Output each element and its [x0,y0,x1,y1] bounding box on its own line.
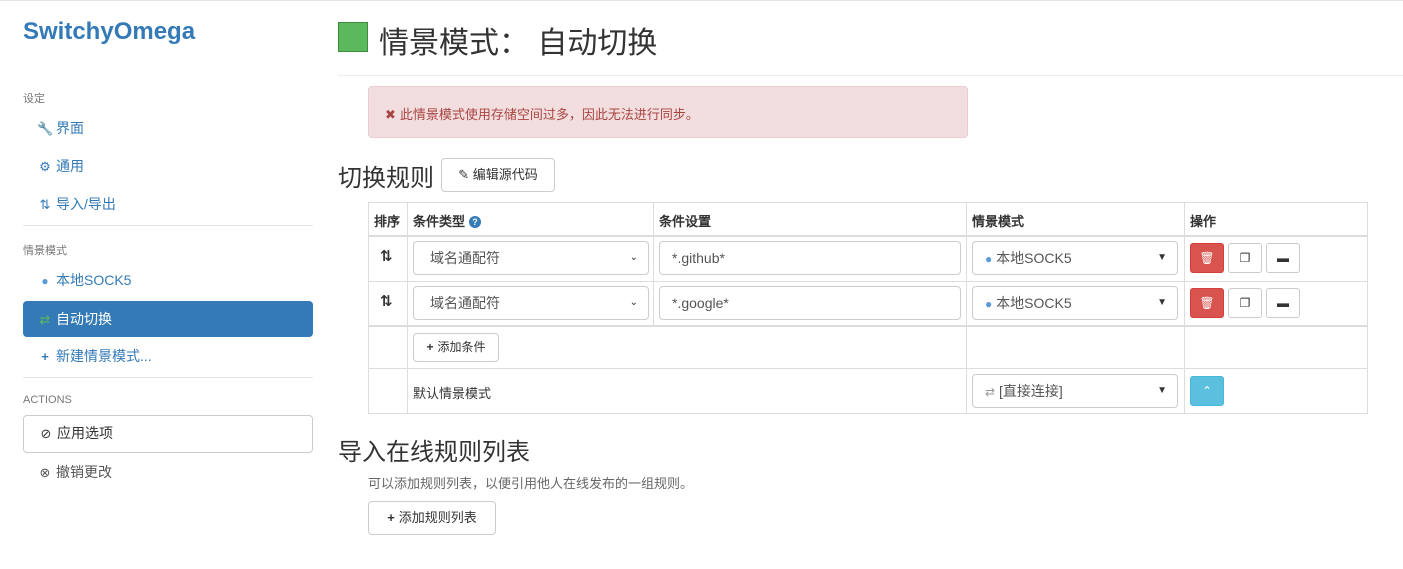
sidebar-item-import-export[interactable]: ⇅ 导入/导出 [23,186,313,222]
header-condition-type-label: 条件类型 [413,214,466,229]
check-circle-icon: ⊘ [40,426,52,441]
comment-rule-button[interactable]: ▬ [1266,243,1300,273]
sort-handle-icon[interactable]: ⇅ [380,292,393,310]
sidebar-item-label: 本地SOCK5 [56,272,132,288]
help-icon[interactable]: ? [469,216,482,228]
globe-icon: ● [985,297,993,311]
header-sort: 排序 [374,214,401,229]
globe-icon: ● [41,274,49,288]
condition-input[interactable]: *.google* [659,286,961,320]
brand-title[interactable]: SwitchyOmega [23,18,195,46]
discard-label: 撤销更改 [56,464,112,480]
row-divider [369,368,1367,369]
retweet-icon: ⇄ [39,312,51,327]
sidebar-item-label: 自动切换 [56,311,112,327]
sidebar-item-auto-switch[interactable]: ⇄ 自动切换 [23,301,313,337]
plus-icon: + [426,340,434,354]
add-rulelist-label: 添加规则列表 [398,510,477,525]
gear-icon: ⚙ [39,159,51,174]
condition-input[interactable]: *.github* [659,241,961,275]
condition-type-value: 域名通配符 [430,250,500,266]
col-divider [653,203,654,325]
profile-value: 本地SOCK5 [996,250,1072,266]
comment-rule-button[interactable]: ▬ [1266,288,1300,318]
row-divider [369,325,1367,327]
add-condition-button[interactable]: + 添加条件 [413,333,499,362]
condition-type-value: 域名通配符 [430,295,500,311]
discard-changes-button[interactable]: ⊗ 撤销更改 [23,454,313,490]
profile-select[interactable]: ● 本地SOCK5 ▼ [972,241,1178,275]
sidebar-item-label: 新建情景模式... [56,348,152,364]
plus-icon: + [41,349,49,364]
default-profile-select[interactable]: ⇄ [直接连接] ▼ [972,374,1178,408]
edit-source-button[interactable]: ✎ 编辑源代码 [441,158,555,192]
page-title: 情景模式： 自动切换 [379,27,658,60]
profiles-header: 情景模式 [23,245,67,257]
sidebar-item-label: 界面 [56,120,84,136]
collapse-button[interactable]: ⌃ [1190,376,1224,406]
edit-source-label: 编辑源代码 [472,167,538,182]
x-circle-icon: ⊗ [39,465,51,480]
delete-rule-button[interactable]: 🗑 [1190,243,1224,273]
rulelist-description: 可以添加规则列表，以便引用他人在线发布的一组规则。 [368,476,694,491]
header-profile: 情景模式 [972,214,1025,229]
alert-message: 此情景模式使用存储空间过多，因此无法进行同步。 [399,107,699,122]
clone-rule-button[interactable]: ❐ [1228,243,1262,273]
condition-type-select[interactable]: 域名通配符 ⌄ [413,286,649,320]
apply-label: 应用选项 [57,425,113,441]
sidebar-item-label: 导入/导出 [56,196,116,212]
add-rulelist-button[interactable]: + 添加规则列表 [368,501,496,535]
delete-rule-button[interactable]: 🗑 [1190,288,1224,318]
chevron-down-icon: ⌄ [629,297,638,308]
rules-section-title: 切换规则 [338,165,434,192]
default-profile-label: 默认情景模式 [413,386,492,401]
default-profile-value: [直接连接] [998,383,1063,399]
trash-icon: 🗑 [1199,296,1215,310]
settings-header: 设定 [23,93,45,105]
add-condition-label: 添加条件 [437,340,486,354]
profile-select[interactable]: ● 本地SOCK5 ▼ [972,286,1178,320]
profile-color-swatch[interactable] [338,22,368,52]
transfer-icon: ⇄ [985,385,996,399]
comment-icon: ▬ [1277,296,1289,310]
sidebar-item-general[interactable]: ⚙ 通用 [23,148,313,184]
sidebar-divider [23,225,313,226]
sidebar-divider [23,377,313,378]
copy-icon: ❐ [1239,296,1251,310]
copy-icon: ❐ [1239,251,1251,265]
rules-table: 排序 条件类型? 条件设置 情景模式 操作 ⇅ 域名通配符 ⌄ *.github*… [368,202,1368,414]
sidebar-item-new-profile[interactable]: + 新建情景模式... [23,338,313,374]
condition-type-select[interactable]: 域名通配符 ⌄ [413,241,649,275]
apply-options-button[interactable]: ⊘ 应用选项 [23,415,313,453]
wrench-icon: 🔧 [37,121,54,136]
error-x-icon: ✖ [385,107,396,122]
rulelist-section-title: 导入在线规则列表 [338,439,530,466]
globe-icon: ● [985,252,993,266]
trash-icon: 🗑 [1199,251,1215,265]
header-actions: 操作 [1190,214,1217,229]
header-condition-type: 条件类型? [413,211,482,230]
header-condition: 条件设置 [659,214,712,229]
caret-down-icon: ▼ [1157,385,1167,396]
actions-header: ACTIONS [23,394,72,406]
sidebar-item-label: 通用 [56,158,84,174]
plus-icon: + [387,510,395,525]
header-divider [338,75,1403,76]
sync-error-alert: ✖ 此情景模式使用存储空间过多，因此无法进行同步。 [368,86,968,138]
header-bottom-line [369,235,1367,237]
sidebar-item-local-sock5[interactable]: ● 本地SOCK5 [23,262,313,298]
sort-handle-icon[interactable]: ⇅ [380,247,393,265]
import-export-icon: ⇅ [39,197,51,212]
row-divider [369,281,1367,282]
clone-rule-button[interactable]: ❐ [1228,288,1262,318]
sidebar: SwitchyOmega 设定 🔧 界面 ⚙ 通用 ⇅ 导入/导出 情景模式 ● 本地S… [0,0,330,569]
comment-icon: ▬ [1277,251,1289,265]
profile-value: 本地SOCK5 [996,295,1072,311]
caret-down-icon: ▼ [1157,252,1167,263]
caret-down-icon: ▼ [1157,297,1167,308]
sidebar-item-interface[interactable]: 🔧 界面 [23,110,313,146]
chevron-up-icon: ⌃ [1201,384,1213,398]
edit-icon: ✎ [458,167,470,182]
chevron-down-icon: ⌄ [629,252,638,263]
